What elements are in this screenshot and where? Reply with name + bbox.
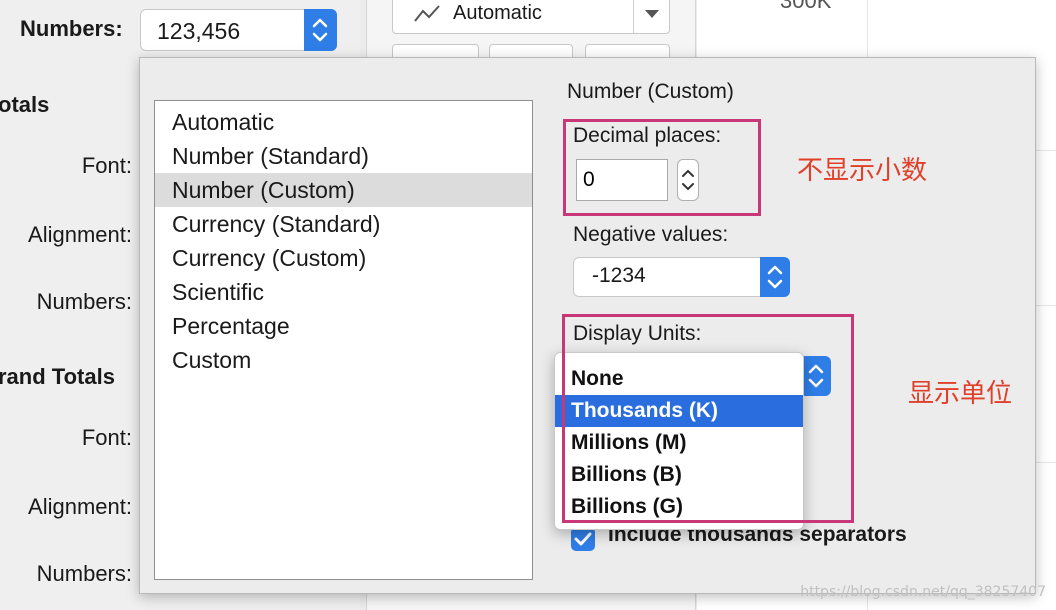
decimal-places-label: Decimal places: [573,124,722,147]
font-label: Font: [81,153,132,178]
grand-totals-heading: rand Totals [0,364,115,389]
format-item[interactable]: Custom [155,343,532,377]
dropdown-option[interactable]: Billions (B) [555,459,803,491]
decimal-places-stepper[interactable] [677,159,699,201]
format-item[interactable]: Scientific [155,275,532,309]
numbers-format-value: 123,456 [157,18,241,44]
mark-type-value: Automatic [453,2,542,24]
alignment-label: Alignment: [28,494,132,519]
dropdown-option-selected[interactable]: Thousands (K) [555,395,803,427]
negative-values-select[interactable]: -1234 [573,257,790,297]
display-units-stepper-icon[interactable] [801,356,831,396]
numbers-format-select[interactable]: 123,456 [140,9,337,51]
panel-title: Number (Custom) [567,80,734,103]
decimal-places-field[interactable] [577,160,667,200]
negative-values-value: -1234 [592,264,646,287]
select-stepper-icon[interactable] [760,257,790,297]
font-label: Font: [81,425,132,450]
numbers-label: Numbers: [36,289,132,314]
format-item[interactable]: Currency (Custom) [155,241,532,275]
thousands-separators-checkbox[interactable] [571,527,595,551]
numbers-label: Numbers: [36,561,132,586]
decimal-places-input[interactable] [576,159,668,201]
axis-tick-label: 300K [780,0,832,13]
alignment-label: Alignment: [28,222,132,247]
format-item[interactable]: Currency (Standard) [155,207,532,241]
negative-values-label: Negative values: [573,223,729,246]
display-units-dropdown[interactable]: None Thousands (K) Millions (M) Billions… [554,352,804,530]
select-stepper-icon[interactable] [304,9,337,51]
totals-heading: otals [0,92,50,117]
format-item[interactable]: Automatic [155,105,532,139]
numbers-label: Numbers: [20,16,123,41]
annotation-display-units: 显示单位 [908,379,1013,409]
watermark: https://blog.csdn.net/qq_38257407 [800,584,1046,600]
format-type-list[interactable]: Automatic Number (Standard) Number (Cust… [154,100,533,580]
chevron-down-icon[interactable] [633,0,669,33]
format-item-selected[interactable]: Number (Custom) [155,173,532,207]
display-units-label: Display Units: [573,322,702,345]
line-chart-icon [413,3,441,30]
format-item[interactable]: Percentage [155,309,532,343]
number-format-dialog: Automatic Number (Standard) Number (Cust… [139,57,1036,594]
dropdown-option[interactable]: Billions (G) [555,491,803,523]
format-item[interactable]: Number (Standard) [155,139,532,173]
dropdown-option[interactable]: None [555,363,803,395]
mark-type-select[interactable]: Automatic [392,0,670,34]
annotation-no-decimals: 不显示小数 [797,156,928,186]
dropdown-option[interactable]: Millions (M) [555,427,803,459]
